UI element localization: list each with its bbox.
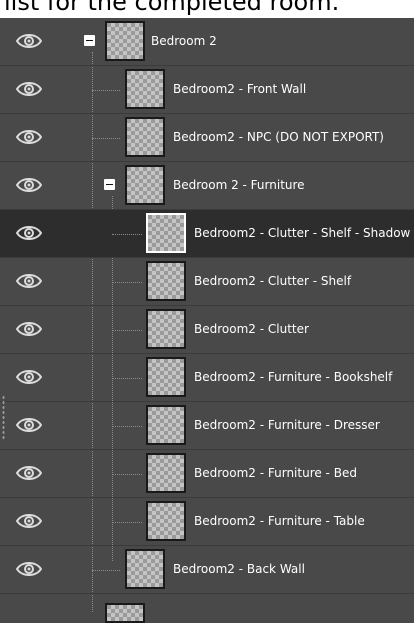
collapse-toggle-icon[interactable] xyxy=(104,179,115,190)
layer-label: Bedroom2 - Furniture - Dresser xyxy=(194,418,380,432)
layer-thumbnail xyxy=(146,405,186,445)
layer-label: Bedroom2 - Back Wall xyxy=(173,562,305,576)
eye-icon[interactable] xyxy=(16,272,42,290)
eye-icon[interactable] xyxy=(16,464,42,482)
layer-thumbnail xyxy=(125,165,165,205)
layer-thumbnail xyxy=(146,501,186,541)
layer-thumbnail xyxy=(146,453,186,493)
layer-thumbnail xyxy=(146,261,186,301)
layer-thumbnail xyxy=(146,357,186,397)
layer-label: Bedroom2 - Clutter xyxy=(194,322,309,336)
layer-label: Bedroom2 - NPC (DO NOT EXPORT) xyxy=(173,130,384,144)
eye-icon[interactable] xyxy=(16,128,42,146)
eye-icon[interactable] xyxy=(16,368,42,386)
tree-line xyxy=(92,570,120,571)
layer-label: Bedroom2 - Front Wall xyxy=(173,82,307,96)
layer-thumbnail-partial xyxy=(105,603,145,623)
layers-panel: Bedroom 2 Bedroom2 - Front Wall Bedroom2… xyxy=(0,18,414,623)
panel-resize-handle[interactable] xyxy=(2,395,5,441)
tree-line xyxy=(112,474,142,475)
layer-label: Bedroom2 - Clutter - Shelf - Shadow xyxy=(194,226,411,240)
layer-row[interactable]: Bedroom2 - Furniture - Bed xyxy=(0,450,414,498)
layer-thumbnail xyxy=(105,21,145,61)
tree-line xyxy=(112,282,142,283)
layer-row[interactable]: Bedroom2 - Furniture - Table xyxy=(0,498,414,546)
eye-icon[interactable] xyxy=(16,416,42,434)
tree-line xyxy=(112,522,142,523)
eye-icon[interactable] xyxy=(16,320,42,338)
layer-row[interactable]: Bedroom2 - Clutter xyxy=(0,306,414,354)
layer-row[interactable]: Bedroom 2 xyxy=(0,18,414,66)
eye-icon[interactable] xyxy=(16,560,42,578)
layer-row[interactable]: Bedroom2 - NPC (DO NOT EXPORT) xyxy=(0,114,414,162)
eye-icon[interactable] xyxy=(16,224,42,242)
tree-line xyxy=(112,234,142,235)
layer-row[interactable]: Bedroom2 - Back Wall xyxy=(0,546,414,594)
layer-label: Bedroom2 - Furniture - Bed xyxy=(194,466,357,480)
tree-line xyxy=(112,426,142,427)
layer-thumbnail xyxy=(125,549,165,589)
tree-line xyxy=(112,378,142,379)
layer-label: Bedroom2 - Furniture - Bookshelf xyxy=(194,370,393,384)
caption-text: list for the completed room. xyxy=(0,0,414,18)
layer-row[interactable]: Bedroom2 - Furniture - Bookshelf xyxy=(0,354,414,402)
layer-row[interactable]: Bedroom2 - Furniture - Dresser xyxy=(0,402,414,450)
layer-row[interactable]: Bedroom2 - Front Wall xyxy=(0,66,414,114)
tree-line xyxy=(112,330,142,331)
collapse-toggle-icon[interactable] xyxy=(84,35,95,46)
eye-icon[interactable] xyxy=(16,32,42,50)
tree-line xyxy=(92,90,120,91)
tree-line xyxy=(92,138,120,139)
layer-label: Bedroom 2 - Furniture xyxy=(173,178,305,192)
layer-thumbnail xyxy=(125,117,165,157)
eye-icon[interactable] xyxy=(16,512,42,530)
layer-thumbnail xyxy=(146,309,186,349)
eye-icon[interactable] xyxy=(16,80,42,98)
layer-row[interactable]: Bedroom 2 - Furniture xyxy=(0,162,414,210)
layer-row-selected[interactable]: Bedroom2 - Clutter - Shelf - Shadow xyxy=(0,210,414,258)
layer-label: Bedroom2 - Clutter - Shelf xyxy=(194,274,352,288)
eye-icon[interactable] xyxy=(16,176,42,194)
layer-row[interactable]: Bedroom2 - Clutter - Shelf xyxy=(0,258,414,306)
layer-label: Bedroom2 - Furniture - Table xyxy=(194,514,365,528)
layer-thumbnail xyxy=(146,213,186,253)
layer-label: Bedroom 2 xyxy=(151,34,217,48)
layer-thumbnail xyxy=(125,69,165,109)
